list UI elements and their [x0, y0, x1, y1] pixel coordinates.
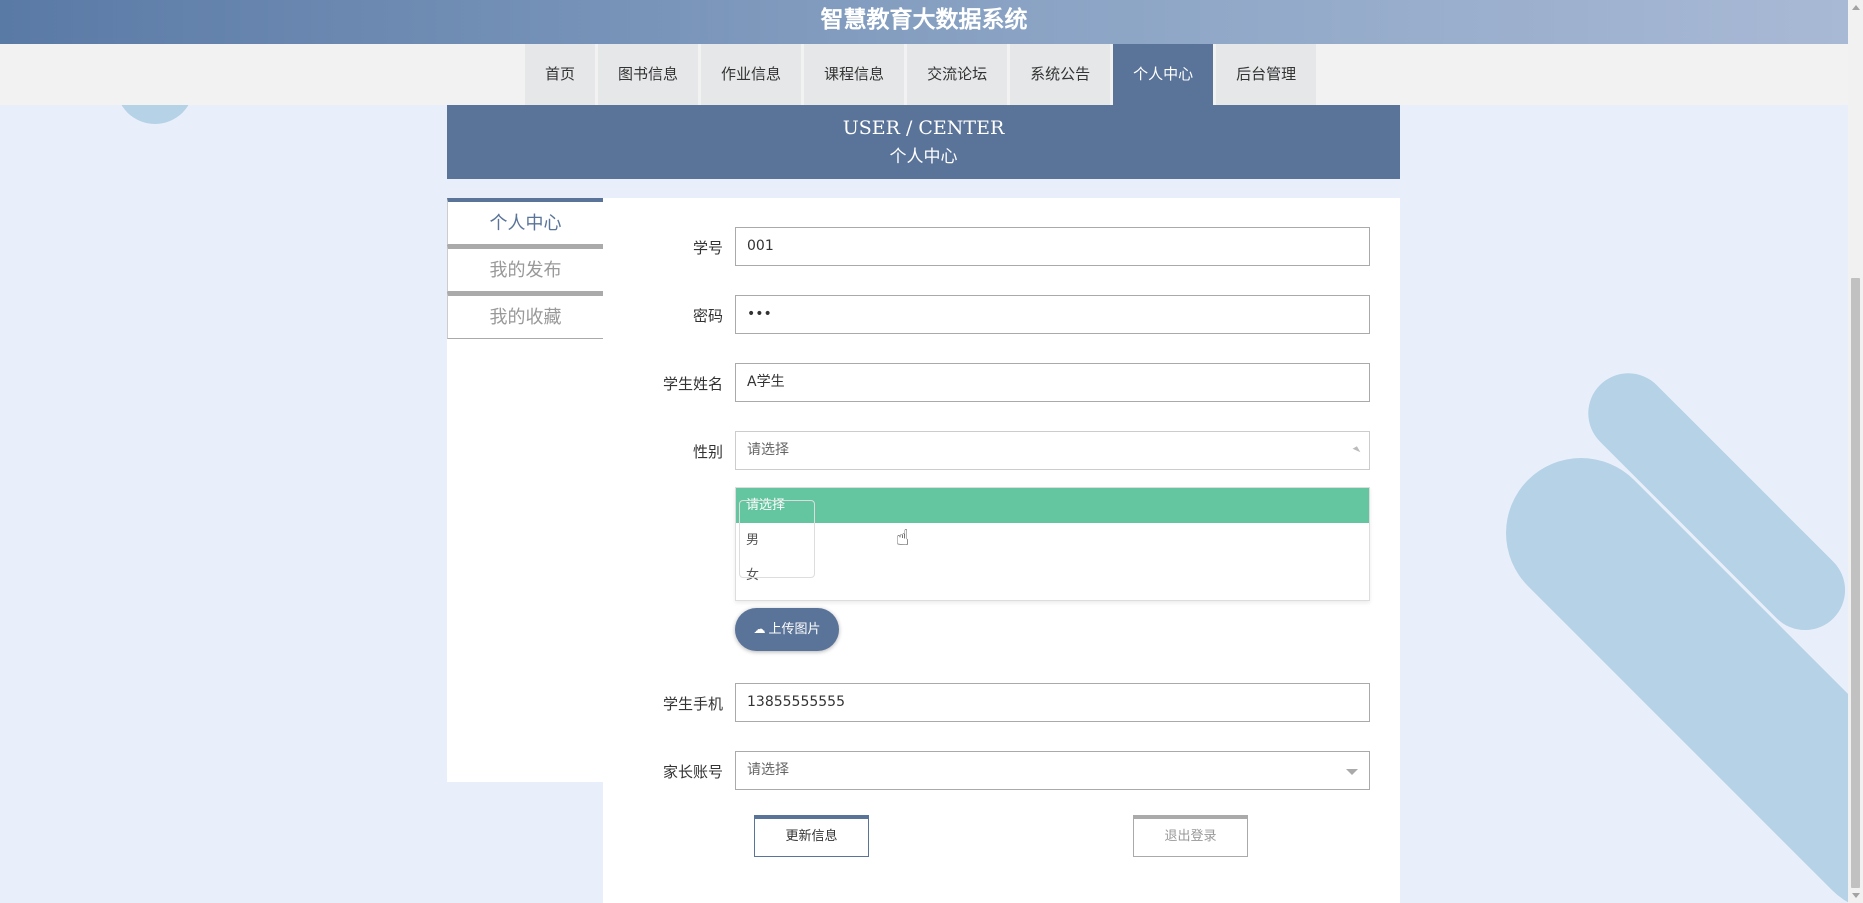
nav-item-announcements[interactable]: 系统公告 [1010, 44, 1111, 105]
main-navbar: 首页 图书信息 作业信息 课程信息 交流论坛 系统公告 个人中心 后台管理 [0, 44, 1848, 105]
nav-item-homework[interactable]: 作业信息 [701, 44, 802, 105]
password-label: 密码 [692, 307, 723, 325]
nav-item-user-center[interactable]: 个人中心 [1113, 44, 1214, 105]
student-name-label: 学生姓名 [662, 375, 723, 393]
profile-form: 学号 001 密码 ••• 学生姓名 A学生 性别 请选择 请选择 男 女 ☝ … [603, 198, 1400, 903]
sidebar-item-my-posts[interactable]: 我的发布 [447, 245, 603, 292]
chevron-down-icon [1352, 446, 1361, 455]
page-banner: USER / CENTER 个人中心 [447, 105, 1400, 179]
password-input[interactable]: ••• [735, 295, 1370, 334]
logout-button[interactable]: 退出登录 [1133, 815, 1248, 857]
nav-list: 首页 图书信息 作业信息 课程信息 交流论坛 系统公告 个人中心 后台管理 [525, 44, 1319, 105]
app-header: 智慧教育大数据系统 [0, 0, 1848, 44]
upload-image-button[interactable]: ☁ 上传图片 [735, 608, 839, 651]
nav-item-admin[interactable]: 后台管理 [1216, 44, 1317, 105]
gender-option-female[interactable]: 女 [736, 558, 1369, 593]
chevron-down-icon [1346, 769, 1358, 775]
nav-item-books[interactable]: 图书信息 [598, 44, 699, 105]
hand-pointer-icon: ☝ [896, 526, 910, 551]
scroll-down-arrow-icon[interactable] [1852, 893, 1860, 898]
student-name-input[interactable]: A学生 [735, 363, 1370, 402]
student-id-label: 学号 [692, 239, 723, 257]
sidebar-item-user-center[interactable]: 个人中心 [447, 198, 603, 245]
gender-option-male[interactable]: 男 [736, 523, 1369, 558]
gender-option-placeholder[interactable]: 请选择 [736, 488, 1369, 523]
parent-account-select[interactable]: 请选择 [735, 751, 1370, 790]
student-id-input[interactable]: 001 [735, 227, 1370, 266]
gender-select[interactable]: 请选择 [735, 431, 1370, 470]
sidebar-item-my-favorites[interactable]: 我的收藏 [447, 292, 603, 339]
nav-item-forum[interactable]: 交流论坛 [907, 44, 1008, 105]
gender-select-value: 请选择 [747, 442, 789, 458]
app-title: 智慧教育大数据系统 [820, 7, 1028, 33]
parent-account-label: 家长账号 [662, 763, 723, 781]
phone-label: 学生手机 [662, 695, 723, 713]
banner-title-en: USER / CENTER [842, 117, 1005, 139]
gender-dropdown: 请选择 男 女 ☝ [735, 487, 1370, 601]
nav-item-home[interactable]: 首页 [525, 44, 596, 105]
sidebar: 个人中心 我的发布 我的收藏 [447, 198, 603, 782]
update-info-button[interactable]: 更新信息 [754, 815, 869, 857]
scrollbar-thumb[interactable] [1851, 278, 1860, 888]
upload-image-label: 上传图片 [768, 622, 821, 637]
image-preview-frame [739, 500, 815, 578]
page-scrollbar[interactable] [1848, 0, 1863, 903]
nav-item-courses[interactable]: 课程信息 [804, 44, 905, 105]
gender-label: 性别 [692, 443, 723, 461]
banner-title-cn: 个人中心 [889, 147, 958, 167]
cloud-upload-icon: ☁ [753, 622, 766, 636]
scroll-up-arrow-icon[interactable] [1852, 5, 1860, 10]
phone-input[interactable]: 13855555555 [735, 683, 1370, 722]
parent-account-select-value: 请选择 [747, 762, 789, 778]
